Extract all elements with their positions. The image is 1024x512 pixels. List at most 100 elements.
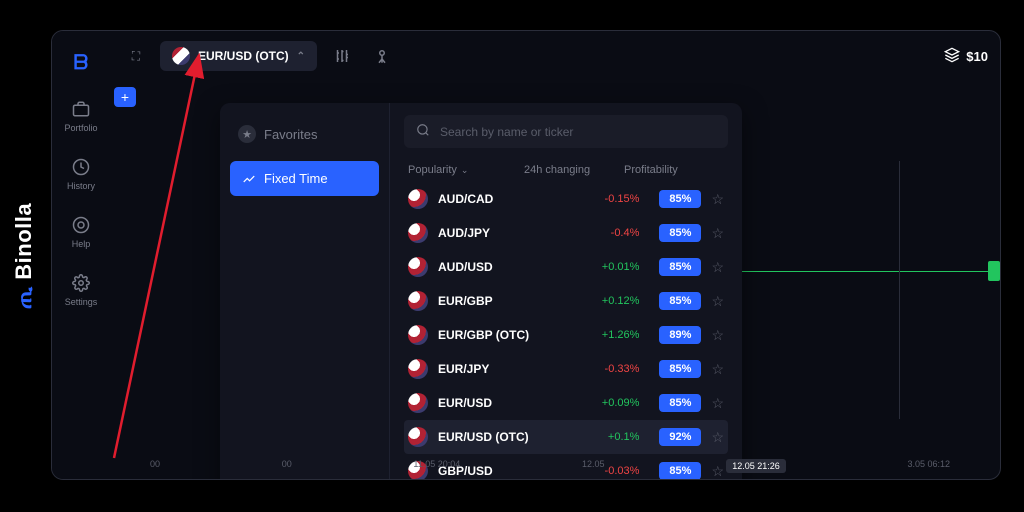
sidebar-item-label: Help bbox=[72, 239, 91, 249]
asset-change: +0.1% bbox=[569, 431, 639, 443]
asset-change: -0.4% bbox=[569, 227, 639, 239]
search-input[interactable] bbox=[440, 125, 716, 139]
time-axis: 00 00 11.05 20:04 12.05 12.05 21:26 3.05… bbox=[110, 459, 990, 473]
favorite-star-button[interactable]: ☆ bbox=[711, 293, 724, 310]
flag-icon bbox=[408, 291, 428, 311]
asset-profitability: 92% bbox=[659, 428, 701, 446]
chart-candle bbox=[988, 261, 1000, 281]
flag-icon bbox=[408, 223, 428, 243]
asset-change: +1.26% bbox=[569, 329, 639, 341]
asset-table-headers: Popularity ⌄ 24h changing Profitability bbox=[404, 158, 728, 182]
pair-selector-button[interactable]: EUR/USD (OTC) ⌃ bbox=[160, 41, 317, 71]
asset-change: +0.01% bbox=[569, 261, 639, 273]
chart-marker bbox=[899, 161, 900, 419]
trend-icon bbox=[242, 172, 256, 186]
gear-icon bbox=[71, 273, 91, 293]
time-tick: 3.05 06:12 bbox=[907, 459, 950, 473]
time-tick: 00 bbox=[150, 459, 160, 473]
favorite-star-button[interactable]: ☆ bbox=[711, 327, 724, 344]
asset-change: -0.33% bbox=[569, 363, 639, 375]
favorites-label: Favorites bbox=[264, 127, 317, 142]
asset-name: AUD/JPY bbox=[438, 226, 569, 240]
balance-value: $10 bbox=[966, 49, 988, 64]
asset-change: +0.12% bbox=[569, 295, 639, 307]
sidebar-item-history[interactable]: History bbox=[67, 157, 95, 191]
time-tick: 11.05 20:04 bbox=[413, 459, 460, 473]
asset-search[interactable] bbox=[404, 115, 728, 148]
sidebar-item-portfolio[interactable]: Portfolio bbox=[64, 99, 97, 133]
asset-profitability: 85% bbox=[659, 190, 701, 208]
time-tick: 12.05 bbox=[582, 459, 605, 473]
asset-profitability: 85% bbox=[659, 224, 701, 242]
brand-logo: ጢ Binolla bbox=[11, 203, 37, 309]
asset-profitability: 85% bbox=[659, 360, 701, 378]
fixed-time-label: Fixed Time bbox=[264, 171, 328, 186]
sidebar-item-label: Portfolio bbox=[64, 123, 97, 133]
asset-profitability: 85% bbox=[659, 394, 701, 412]
maximize-icon[interactable]: ⛶ bbox=[122, 42, 150, 70]
brand-sidebar: ጢ Binolla bbox=[0, 0, 48, 512]
sidebar-item-settings[interactable]: Settings bbox=[65, 273, 98, 307]
asset-name: EUR/GBP (OTC) bbox=[438, 328, 569, 342]
asset-row[interactable]: AUD/USD+0.01% 85% ☆ bbox=[404, 250, 728, 284]
flag-icon bbox=[408, 393, 428, 413]
app-logo-icon: ᗷ bbox=[69, 51, 93, 75]
asset-row[interactable]: AUD/JPY-0.4% 85% ☆ bbox=[404, 216, 728, 250]
favorite-star-button[interactable]: ☆ bbox=[711, 429, 724, 446]
asset-name: EUR/GBP bbox=[438, 294, 569, 308]
asset-row[interactable]: AUD/CAD-0.15% 85% ☆ bbox=[404, 182, 728, 216]
asset-dropdown: ★ Favorites Fixed Time Popularity ⌄ 24h bbox=[220, 103, 742, 480]
target-icon bbox=[71, 215, 91, 235]
sidebar-item-label: History bbox=[67, 181, 95, 191]
chevron-down-icon: ⌄ bbox=[461, 165, 469, 176]
clock-icon bbox=[71, 157, 91, 177]
asset-name: EUR/USD bbox=[438, 396, 569, 410]
asset-profitability: 85% bbox=[659, 258, 701, 276]
asset-name: AUD/CAD bbox=[438, 192, 569, 206]
header-change[interactable]: 24h changing bbox=[524, 164, 624, 176]
asset-row[interactable]: EUR/USD (OTC)+0.1% 92% ☆ bbox=[404, 420, 728, 454]
drawing-tools-icon[interactable] bbox=[367, 41, 397, 71]
layers-icon bbox=[944, 47, 960, 66]
time-tick: 00 bbox=[282, 459, 292, 473]
dropdown-left-panel: ★ Favorites Fixed Time bbox=[220, 103, 390, 480]
asset-row[interactable]: EUR/GBP (OTC)+1.26% 89% ☆ bbox=[404, 318, 728, 352]
sidebar-item-label: Settings bbox=[65, 297, 98, 307]
favorite-star-button[interactable]: ☆ bbox=[711, 191, 724, 208]
asset-profitability: 85% bbox=[659, 292, 701, 310]
asset-profitability: 89% bbox=[659, 326, 701, 344]
flag-icon bbox=[408, 325, 428, 345]
asset-list[interactable]: AUD/CAD-0.15%85%☆AUD/JPY-0.4%85%☆AUD/USD… bbox=[404, 182, 728, 480]
star-icon: ★ bbox=[238, 125, 256, 143]
balance-display[interactable]: $10 bbox=[944, 47, 988, 66]
asset-name: AUD/USD bbox=[438, 260, 569, 274]
nav-sidebar: ᗷ Portfolio History Help Settings bbox=[52, 31, 110, 479]
favorite-star-button[interactable]: ☆ bbox=[711, 395, 724, 412]
header-profitability[interactable]: Profitability bbox=[624, 164, 724, 176]
topbar: ⛶ EUR/USD (OTC) ⌃ $10 bbox=[110, 31, 1000, 81]
flag-icon bbox=[408, 189, 428, 209]
flag-icon bbox=[172, 47, 190, 65]
flag-icon bbox=[408, 257, 428, 277]
dropdown-right-panel: Popularity ⌄ 24h changing Profitability … bbox=[390, 103, 742, 480]
indicators-icon[interactable] bbox=[327, 41, 357, 71]
favorites-tab[interactable]: ★ Favorites bbox=[230, 117, 379, 151]
app-frame: ᗷ Portfolio History Help Settings bbox=[51, 30, 1001, 480]
flag-icon bbox=[408, 359, 428, 379]
sidebar-item-help[interactable]: Help bbox=[71, 215, 91, 249]
chevron-up-icon: ⌃ bbox=[297, 51, 305, 62]
favorite-star-button[interactable]: ☆ bbox=[711, 259, 724, 276]
asset-row[interactable]: EUR/USD+0.09%85%☆ bbox=[404, 386, 728, 420]
header-popularity[interactable]: Popularity ⌄ bbox=[408, 164, 524, 176]
favorite-star-button[interactable]: ☆ bbox=[711, 225, 724, 242]
asset-change: -0.15% bbox=[569, 193, 639, 205]
asset-row[interactable]: EUR/JPY-0.33%85%☆ bbox=[404, 352, 728, 386]
current-pair-label: EUR/USD (OTC) bbox=[198, 49, 289, 63]
time-tick-current: 12.05 21:26 bbox=[726, 459, 786, 473]
briefcase-icon bbox=[71, 99, 91, 119]
asset-name: EUR/USD (OTC) bbox=[438, 430, 569, 444]
favorite-star-button[interactable]: ☆ bbox=[711, 361, 724, 378]
search-icon bbox=[416, 123, 430, 140]
asset-row[interactable]: EUR/GBP+0.12% 85% ☆ bbox=[404, 284, 728, 318]
fixed-time-button[interactable]: Fixed Time bbox=[230, 161, 379, 196]
